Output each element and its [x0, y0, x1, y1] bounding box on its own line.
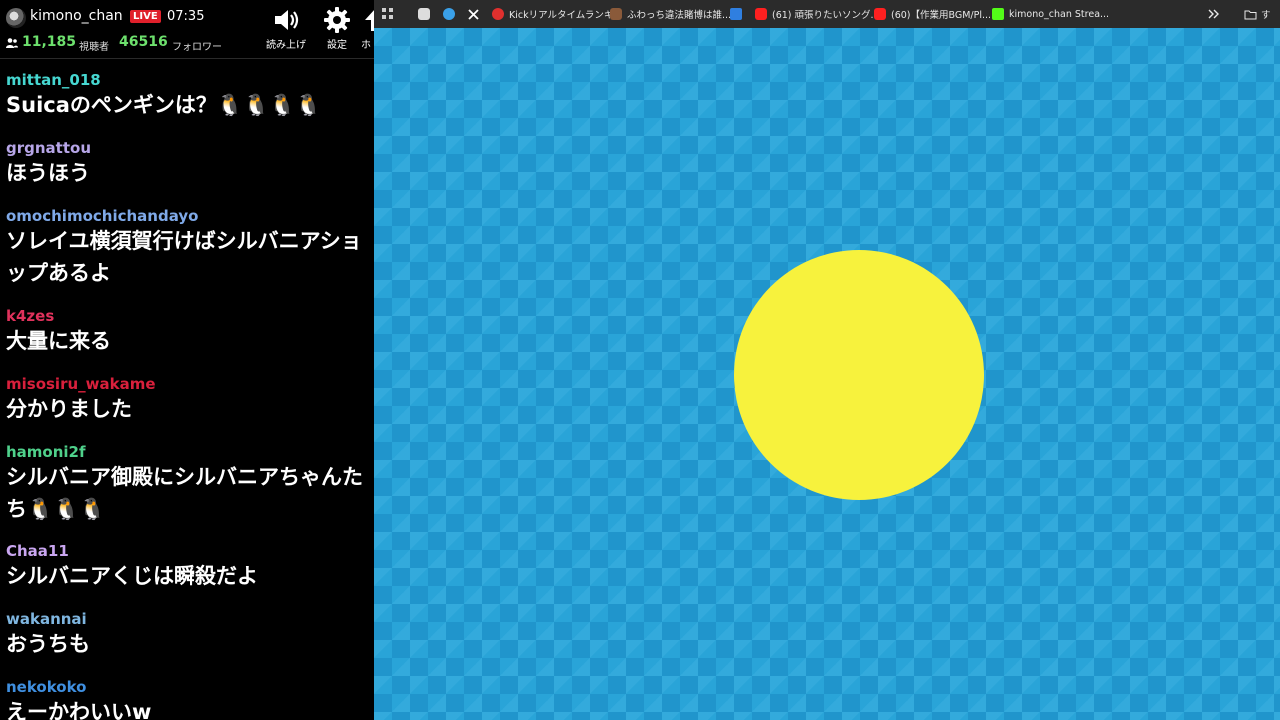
bookmark-label: (61) 頑張りたいソング... — [772, 10, 880, 21]
chat-message: nekokoko えーかわいいw — [6, 678, 372, 720]
avatar-icon — [610, 8, 622, 20]
speaker-icon — [275, 10, 299, 30]
chat-username[interactable]: wakannai — [6, 610, 372, 628]
live-badge: LIVE — [130, 10, 161, 23]
bookmark-site-1[interactable] — [418, 0, 435, 28]
bookmark-youtube-61[interactable]: (61) 頑張りたいソング... — [755, 0, 880, 28]
chat-message: grgnattou ほうほう — [6, 139, 372, 189]
chat-text: 分かりました — [6, 397, 132, 421]
settings-button[interactable]: 設定 — [323, 6, 351, 51]
kick-icon — [992, 8, 1004, 20]
read-aloud-button[interactable]: 読み上げ — [266, 6, 306, 51]
bookmark-fuwacchi[interactable]: ふわっち違法賭博は誰... — [610, 0, 731, 28]
chat-text: シルバニアくじは瞬殺だよ — [6, 564, 258, 588]
bookmark-youtube-60[interactable]: (60)【作業用BGM/Pl... — [874, 0, 991, 28]
bookmark-kimono-stream[interactable]: kimono_chan Strea... — [992, 0, 1109, 28]
bookmark-kick-ranking[interactable]: Kickリアルタイムランキ... — [492, 0, 622, 28]
bookmark-overflow-button[interactable] — [1208, 0, 1220, 28]
bookmark-label: ふわっち違法賭博は誰... — [627, 10, 732, 21]
chat-message: k4zes 大量に来る — [6, 307, 372, 357]
bookmark-x[interactable] — [468, 0, 479, 28]
apps-button[interactable] — [382, 0, 394, 28]
settings-label: 設定 — [327, 40, 347, 51]
chat-message: Chaa11 シルバニアくじは瞬殺だよ — [6, 542, 372, 592]
bookmark-trello[interactable] — [730, 0, 747, 28]
bookmark-bar: Kickリアルタイムランキ... ふわっち違法賭博は誰... (61) 頑張りた… — [374, 0, 1280, 29]
trello-icon — [730, 8, 742, 20]
gear-icon — [324, 7, 350, 33]
chat-message: mittan_018 Suicaのペンギンは？🐧🐧🐧🐧 — [6, 71, 372, 121]
home-button[interactable]: ホ — [361, 6, 374, 51]
youtube-icon — [874, 8, 886, 20]
chat-username[interactable]: hamoni2f — [6, 443, 372, 461]
follower-count: 46516 — [119, 34, 168, 50]
chat-username[interactable]: misosiru_wakame — [6, 375, 372, 393]
chat-message: wakannai おうちも — [6, 610, 372, 660]
bookmark-label: kimono_chan Strea... — [1009, 8, 1110, 20]
viewer-label: 視聴者 — [79, 42, 109, 53]
channel-avatar[interactable] — [6, 8, 26, 28]
folder-icon — [1244, 10, 1257, 19]
x-logo-icon — [468, 8, 479, 20]
chat-username[interactable]: omochimochichandayo — [6, 207, 372, 225]
chat-text: おうちも — [6, 632, 90, 656]
site-icon — [418, 8, 430, 20]
chat-username[interactable]: mittan_018 — [6, 71, 372, 89]
read-aloud-label: 読み上げ — [266, 40, 306, 51]
youtube-icon — [755, 8, 767, 20]
apps-grid-icon — [382, 8, 393, 19]
chat-text: Suicaのペンギンは？🐧🐧🐧🐧 — [6, 93, 322, 117]
chat-text: ほうほう — [6, 161, 90, 185]
bookmark-label: (60)【作業用BGM/Pl... — [891, 10, 992, 21]
chat-text: ソレイユ横須賀行けばシルバニアショップあるよ — [6, 229, 362, 285]
stream-viewport[interactable] — [374, 28, 1280, 720]
chat-panel: kimono_chan LIVE 07:35 11,185 視聴者 46516 … — [0, 0, 374, 720]
chat-username[interactable]: Chaa11 — [6, 542, 372, 560]
folder-label: す — [1261, 10, 1271, 21]
chat-message: hamoni2f シルバニア御殿にシルバニアちゃんたち🐧🐧🐧 — [6, 443, 372, 525]
viewers-icon — [6, 38, 18, 48]
chat-text: シルバニア御殿にシルバニアちゃんたち🐧🐧🐧 — [6, 465, 363, 521]
bookmark-label: Kickリアルタイムランキ... — [509, 10, 623, 21]
site-icon — [443, 8, 455, 20]
other-bookmarks-folder[interactable]: す — [1244, 0, 1271, 28]
kick-ranking-icon — [492, 8, 504, 20]
follower-label: フォロワー — [172, 42, 222, 53]
channel-name[interactable]: kimono_chan — [30, 8, 123, 24]
chat-text: 大量に来る — [6, 329, 111, 353]
elapsed-time: 07:35 — [167, 9, 205, 24]
yellow-circle — [734, 250, 984, 500]
arrow-up-icon — [365, 10, 374, 31]
chat-message: omochimochichandayo ソレイユ横須賀行けばシルバニアショップあ… — [6, 207, 372, 289]
bookmark-site-2[interactable] — [443, 0, 460, 28]
viewer-count: 11,185 — [22, 34, 77, 50]
chat-username[interactable]: k4zes — [6, 307, 372, 325]
home-label: ホ — [361, 40, 371, 51]
chat-message: misosiru_wakame 分かりました — [6, 375, 372, 425]
chat-username[interactable]: grgnattou — [6, 139, 372, 157]
chat-username[interactable]: nekokoko — [6, 678, 372, 696]
chat-text: えーかわいいw — [6, 700, 152, 720]
chat-header: kimono_chan LIVE 07:35 11,185 視聴者 46516 … — [0, 0, 374, 59]
chevron-double-right-icon — [1208, 9, 1219, 19]
